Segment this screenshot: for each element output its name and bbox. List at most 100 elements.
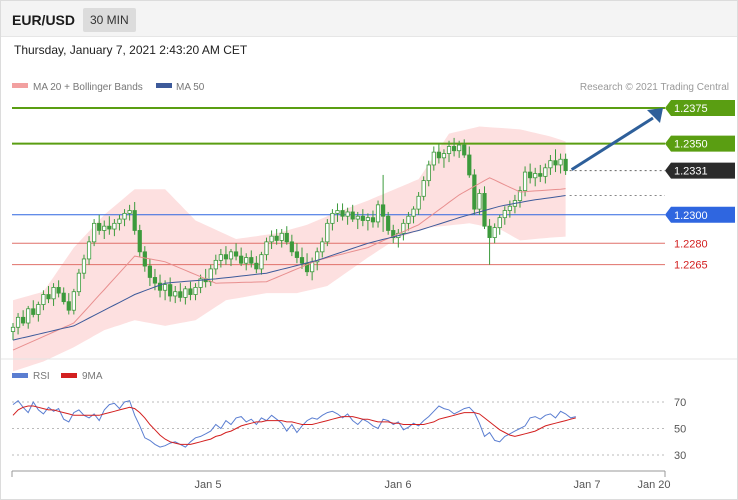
candle-body	[355, 215, 360, 220]
candle-body	[522, 171, 528, 191]
candle-body	[507, 205, 512, 211]
candle-body	[223, 254, 229, 260]
bollinger-band-fill	[13, 126, 566, 372]
bollinger-bands	[13, 126, 566, 372]
candle-body	[31, 308, 36, 315]
candle-body	[381, 204, 386, 217]
series-line-9ma	[12, 405, 576, 445]
legend-swatch-rsi	[12, 373, 28, 378]
candle-body	[51, 287, 56, 300]
price-level-label-1.2265: 1.2265	[674, 260, 708, 272]
candle-body	[467, 154, 472, 176]
candle-body	[289, 241, 294, 253]
rsi-tick-label-30: 30	[674, 450, 686, 462]
candle-body	[370, 217, 376, 223]
price-level-label-1.2375: 1.2375	[674, 103, 708, 115]
candle-body	[81, 258, 87, 274]
candle-body	[147, 265, 152, 278]
candle-body	[502, 210, 507, 219]
rsi-tick-label-70: 70	[674, 397, 686, 409]
candle-body	[487, 225, 492, 238]
price-level-label-1.2280: 1.2280	[674, 238, 708, 250]
candle-body	[451, 146, 457, 152]
candle-body	[497, 217, 502, 229]
candle-body	[76, 272, 82, 293]
x-axis: Jan 5 Jan 6 Jan 7 Jan 20	[11, 470, 671, 491]
candle-body	[269, 235, 274, 243]
legend-label-ma20: MA 20 + Bollinger Bands	[33, 82, 143, 93]
candle-body	[36, 304, 41, 315]
price-level-label-1.2331: 1.2331	[674, 166, 708, 178]
candle-body	[66, 301, 71, 311]
candle-body	[279, 232, 284, 241]
candle-body	[168, 284, 173, 297]
candle-body	[548, 160, 553, 169]
candle-body	[71, 291, 76, 311]
rsi-lines	[12, 399, 576, 448]
price-labels: 1.2375 1.2350 1.2331 1.2300 1.2280 1.2265	[665, 100, 735, 272]
candle-body	[472, 174, 477, 210]
candle-body	[406, 215, 411, 224]
candle-body	[218, 254, 223, 261]
candle-body	[558, 158, 563, 166]
legend-swatch-9ma	[61, 373, 77, 378]
candle-body	[492, 227, 497, 238]
candle-body	[152, 277, 158, 284]
candle-body	[330, 212, 335, 224]
candle-body	[543, 167, 548, 177]
candle-body	[173, 291, 178, 297]
candle-body	[117, 218, 122, 224]
candle-body	[360, 215, 365, 221]
candle-body	[193, 287, 198, 295]
candle-body	[122, 212, 127, 220]
price-level-label-1.2300: 1.2300	[674, 210, 708, 222]
candle-body	[528, 171, 533, 179]
candle-body	[56, 287, 61, 294]
candle-body	[86, 241, 92, 260]
candle-body	[244, 257, 249, 264]
candle-body	[416, 195, 421, 210]
candle-body	[142, 251, 147, 267]
legend-swatch-ma20	[12, 83, 28, 88]
legend-label-9ma: 9MA	[82, 371, 103, 382]
candle-body	[294, 251, 300, 258]
candle-body	[233, 251, 239, 257]
chart-widget: EUR/USD 30 MIN Thursday, January 7, 2021…	[0, 0, 738, 500]
candle-body	[426, 164, 431, 182]
x-tick-label-jan-20: Jan 20	[637, 479, 670, 491]
candle-body	[320, 241, 325, 253]
candle-body	[462, 144, 467, 156]
candle-body	[350, 211, 355, 220]
candle-body	[178, 291, 183, 298]
candle-body	[183, 288, 188, 298]
candle-body	[228, 251, 234, 260]
candle-body	[107, 225, 112, 230]
legend-label-rsi: RSI	[33, 371, 50, 382]
candle-body	[26, 308, 31, 324]
candle-body	[284, 232, 289, 243]
candle-body	[411, 208, 416, 217]
candle-body	[553, 160, 558, 166]
candle-body	[10, 326, 16, 332]
candle-body	[41, 294, 46, 305]
candle-body	[386, 215, 391, 231]
candle-body	[441, 153, 447, 159]
candle-body	[254, 262, 259, 270]
candle-body	[345, 211, 350, 217]
candle-body	[446, 146, 452, 154]
candle-body	[102, 225, 107, 231]
candle-body	[457, 144, 462, 152]
candle-body	[112, 222, 117, 230]
candle-body	[213, 259, 218, 270]
candle-body	[162, 284, 168, 291]
candle-body	[15, 316, 21, 328]
chart-area: MA 20 + Bollinger Bands MA 50 Research ©…	[1, 82, 737, 491]
candle-body	[46, 294, 51, 300]
candle-body	[61, 292, 66, 303]
candle-body	[340, 210, 345, 217]
candle-body	[375, 204, 381, 223]
candle-body	[477, 193, 482, 210]
candle-body	[132, 210, 137, 231]
candle-body	[436, 151, 441, 159]
candle-body	[299, 257, 305, 264]
